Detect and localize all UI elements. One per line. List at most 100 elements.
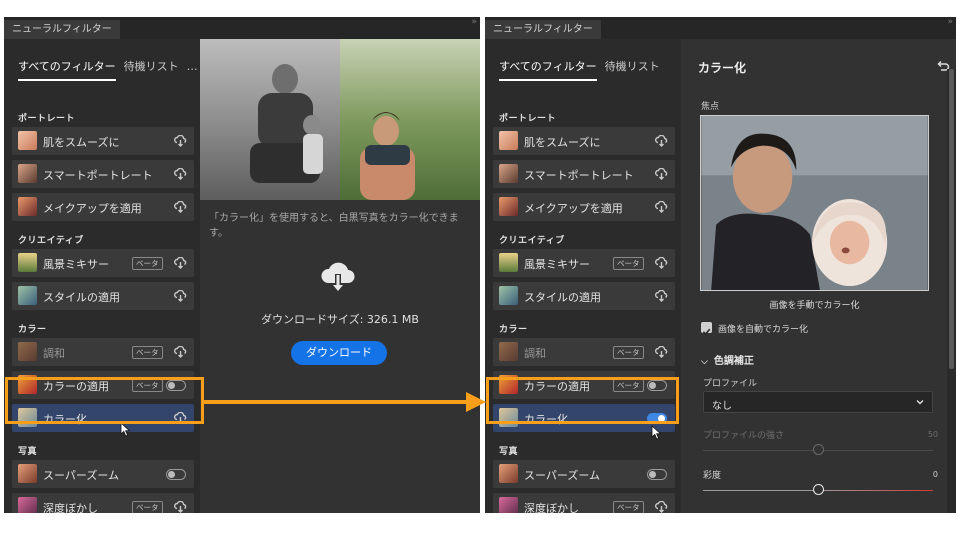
filter-toggle[interactable] bbox=[647, 469, 667, 480]
profile-label: プロファイル bbox=[703, 379, 758, 389]
panel-collapse-icon[interactable]: » bbox=[947, 17, 953, 27]
cloud-download-icon[interactable] bbox=[174, 257, 187, 269]
filter-label: スタイルの適用 bbox=[43, 291, 120, 304]
cloud-download-icon[interactable] bbox=[174, 201, 187, 213]
filter-item-smart-portrait[interactable]: スマートポートレート bbox=[12, 160, 194, 188]
filter-toggle[interactable] bbox=[166, 469, 186, 480]
section-portrait: ポートレート bbox=[499, 114, 557, 124]
profile-select[interactable]: なし bbox=[703, 391, 933, 413]
filter-item-landscape-mixer[interactable]: 風景ミキサー ベータ bbox=[12, 249, 194, 277]
filter-thumbnail bbox=[499, 342, 518, 361]
filter-item-harmonize[interactable]: 調和 ベータ bbox=[12, 338, 194, 366]
filter-item-landscape-mixer[interactable]: 風景ミキサー ベータ bbox=[493, 249, 675, 277]
filter-item-depth-blur[interactable]: 深度ぼかし ベータ bbox=[493, 493, 675, 513]
profile-strength-thumb[interactable] bbox=[812, 444, 824, 455]
beta-badge: ベータ bbox=[613, 257, 644, 270]
filter-label: メイクアップを適用 bbox=[43, 202, 142, 215]
cloud-download-icon[interactable] bbox=[174, 135, 187, 147]
arrow-right-icon bbox=[204, 392, 486, 412]
filter-thumbnail bbox=[499, 464, 518, 483]
auto-colorize-label: 画像を自動でカラー化 bbox=[718, 325, 809, 335]
panel-title[interactable]: ニューラルフィルター bbox=[485, 20, 601, 39]
filter-label: メイクアップを適用 bbox=[524, 202, 623, 215]
tab-wait-list[interactable]: 待機リスト bbox=[124, 59, 179, 81]
filter-label: 深度ぼかし bbox=[524, 502, 579, 513]
cloud-download-icon[interactable] bbox=[174, 168, 187, 180]
filter-label: 調和 bbox=[524, 347, 546, 360]
section-creative: クリエイティブ bbox=[499, 236, 565, 246]
chevron-down-icon bbox=[916, 400, 924, 405]
beta-badge: ベータ bbox=[132, 346, 163, 359]
filter-item-super-zoom[interactable]: スーパーズーム bbox=[493, 460, 675, 488]
manual-colorize-caption[interactable]: 画像を手動でカラー化 bbox=[700, 298, 929, 311]
cloud-download-icon[interactable] bbox=[174, 290, 187, 302]
cloud-download-icon[interactable] bbox=[174, 346, 187, 358]
section-portrait: ポートレート bbox=[18, 114, 76, 124]
auto-colorize-checkbox[interactable] bbox=[701, 322, 712, 336]
section-color: カラー bbox=[499, 325, 528, 335]
cursor-icon bbox=[120, 422, 131, 437]
filter-item-makeup[interactable]: メイクアップを適用 bbox=[493, 193, 675, 221]
cloud-download-icon[interactable] bbox=[655, 501, 668, 513]
filter-tabs: すべてのフィルター 待機リスト bbox=[499, 55, 675, 81]
focus-photo-mother-baby[interactable] bbox=[700, 115, 929, 291]
toggle-knob bbox=[649, 471, 656, 478]
profile-strength-label: プロファイルの強さ bbox=[703, 431, 785, 441]
neural-filters-panel-after: ニューラルフィルター » すべてのフィルター 待機リスト ポートレート 肌をスムー… bbox=[485, 17, 956, 513]
cloud-download-icon[interactable] bbox=[655, 135, 668, 147]
neural-filters-panel-before: ニューラルフィルター » すべてのフィルター 待機リスト … ポートレート 肌をスム… bbox=[4, 17, 480, 513]
filter-label: スタイルの適用 bbox=[524, 291, 601, 304]
highlight-box-before bbox=[5, 377, 204, 424]
filter-label: 調和 bbox=[43, 347, 65, 360]
filter-thumbnail bbox=[499, 253, 518, 272]
section-color: カラー bbox=[18, 325, 47, 335]
filter-label: スマートポートレート bbox=[524, 169, 634, 182]
section-photo: 写真 bbox=[18, 447, 38, 457]
filter-item-makeup[interactable]: メイクアップを適用 bbox=[12, 193, 194, 221]
filter-item-smart-portrait[interactable]: スマートポートレート bbox=[493, 160, 675, 188]
filter-item-depth-blur[interactable]: 深度ぼかし ベータ bbox=[12, 493, 194, 513]
color-adjust-section[interactable]: ⌵ 色調補正 bbox=[701, 352, 754, 367]
download-size: ダウンロードサイズ: 326.1 MB bbox=[261, 313, 419, 326]
filter-item-super-zoom[interactable]: スーパーズーム bbox=[12, 460, 194, 488]
filter-thumbnail bbox=[18, 497, 37, 513]
tab-all-filters[interactable]: すべてのフィルター bbox=[18, 59, 116, 81]
cloud-download-icon[interactable] bbox=[655, 201, 668, 213]
beta-badge: ベータ bbox=[132, 257, 163, 270]
tab-all-filters[interactable]: すべてのフィルター bbox=[499, 59, 597, 81]
filter-thumbnail bbox=[499, 164, 518, 183]
beta-badge: ベータ bbox=[613, 501, 644, 513]
filter-thumbnail bbox=[18, 464, 37, 483]
saturation-thumb[interactable] bbox=[812, 484, 824, 495]
beta-badge: ベータ bbox=[613, 346, 644, 359]
filter-sidebar: すべてのフィルター 待機リスト ポートレート 肌をスムーズに スマートポートレート… bbox=[485, 39, 681, 513]
cloud-download-icon[interactable] bbox=[655, 290, 668, 302]
scrollbar-thumb[interactable] bbox=[949, 69, 954, 369]
settings-title: カラー化 bbox=[698, 61, 747, 75]
profile-select-value: なし bbox=[712, 401, 732, 412]
panel-title[interactable]: ニューラルフィルター bbox=[4, 20, 120, 39]
panel-collapse-icon[interactable]: » bbox=[471, 17, 477, 27]
profile-strength-value: 50 bbox=[927, 430, 938, 439]
filter-description: 「カラー化」を使用すると、白黒写真をカラー化できます。 bbox=[209, 213, 459, 239]
settings-scrollbar[interactable] bbox=[947, 69, 956, 513]
filter-item-style-transfer[interactable]: スタイルの適用 bbox=[493, 282, 675, 310]
filter-label: スーパーズーム bbox=[43, 469, 120, 482]
cloud-download-icon[interactable] bbox=[655, 168, 668, 180]
colorize-settings-pane: カラー化 焦点 画像を手動でカラー化 画像を自動でカラー化 ⌵ 色調補正 プロファ… bbox=[681, 39, 956, 513]
cloud-download-icon[interactable] bbox=[655, 257, 668, 269]
filter-item-smooth-skin[interactable]: 肌をスムーズに bbox=[493, 127, 675, 155]
download-button[interactable]: ダウンロード bbox=[291, 341, 387, 365]
cloud-download-icon[interactable] bbox=[655, 346, 668, 358]
more-icon[interactable]: … bbox=[187, 59, 198, 75]
filter-item-style-transfer[interactable]: スタイルの適用 bbox=[12, 282, 194, 310]
filter-item-harmonize[interactable]: 調和 ベータ bbox=[493, 338, 675, 366]
filter-item-smooth-skin[interactable]: 肌をスムーズに bbox=[12, 127, 194, 155]
chevron-down-icon: ⌵ bbox=[701, 357, 708, 367]
saturation-label: 彩度 bbox=[703, 471, 722, 481]
filter-sidebar: すべてのフィルター 待機リスト … ポートレート 肌をスムーズに スマートポートレー… bbox=[4, 39, 200, 513]
filter-thumbnail bbox=[18, 131, 37, 150]
tab-wait-list[interactable]: 待機リスト bbox=[605, 59, 660, 81]
focus-label: 焦点 bbox=[701, 102, 720, 112]
cloud-download-icon[interactable] bbox=[174, 501, 187, 513]
